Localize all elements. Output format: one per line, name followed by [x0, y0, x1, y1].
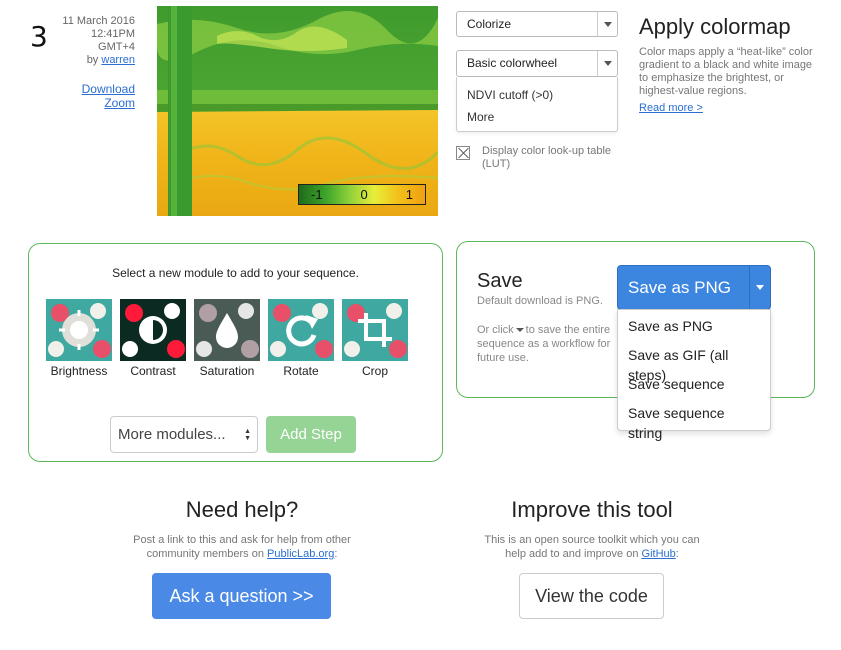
module-title: Apply colormap [639, 14, 791, 39]
chevron-down-icon [597, 51, 617, 76]
mode-select-value: Colorize [467, 17, 512, 31]
view-code-button[interactable]: View the code [519, 573, 664, 619]
module-thumbnail [120, 299, 186, 361]
save-or-click-text: Or click to save the entire sequence as a… [477, 323, 617, 365]
module-label: Crop [361, 364, 388, 378]
lut-checkbox-row[interactable]: Display color look-up table (LUT) [456, 145, 618, 171]
module-label: Brightness [50, 364, 108, 378]
lut-label-min: -1 [311, 187, 323, 202]
add-step-button[interactable]: Add Step [266, 416, 356, 453]
by-label: by [86, 54, 99, 66]
author-link[interactable]: warren [101, 54, 135, 66]
module-brightness[interactable]: Brightness [46, 299, 112, 378]
improve-title: Improve this tool [511, 497, 673, 522]
module-contrast[interactable]: Contrast [120, 299, 186, 378]
colormap-select-value: Basic colorwheel [467, 56, 558, 70]
lut-checkbox-label: Display color look-up table (LUT) [482, 145, 612, 170]
step-timezone: GMT+4 [98, 41, 135, 53]
mode-select[interactable]: Colorize [456, 11, 618, 37]
improve-text-suffix: : [675, 548, 679, 560]
save-split-button: Save as PNG [617, 265, 771, 310]
colormap-options: NDVI cutoff (>0) More [456, 77, 618, 132]
save-subtitle: Default download is PNG. [477, 295, 603, 307]
module-thumbnail [268, 299, 334, 361]
module-crop[interactable]: Crop [342, 299, 408, 378]
module-label: Rotate [283, 364, 319, 378]
module-rotate[interactable]: Rotate [268, 299, 334, 378]
step-meta: 11 March 2016 12:41PM GMT+4 by warren Do… [60, 15, 135, 110]
module-description-text: Color maps apply a “heat-like” color gra… [639, 46, 813, 97]
chevron-down-icon [756, 285, 764, 290]
help-text: Post a link to this and ask for help fro… [127, 533, 357, 561]
save-title: Save [477, 270, 523, 292]
zoom-link[interactable]: Zoom [60, 96, 135, 110]
or-click-label: Or click [477, 324, 514, 336]
step-number: 3 [30, 20, 48, 53]
publiclab-link[interactable]: PublicLab.org [267, 548, 334, 560]
module-description: Apply colormap Color maps apply a “heat-… [639, 14, 814, 116]
colormap-select[interactable]: Basic colorwheel [456, 50, 618, 77]
module-thumbnail [194, 299, 260, 361]
module-saturation[interactable]: Saturation [194, 299, 260, 378]
lut-label-max: 1 [405, 187, 413, 202]
help-title: Need help? [185, 497, 299, 522]
download-link[interactable]: Download [60, 82, 135, 96]
save-menu-gif[interactable]: Save as GIF (all steps) [618, 345, 770, 383]
more-modules-value: More modules... [118, 426, 226, 443]
save-menu-png[interactable]: Save as PNG [618, 316, 770, 345]
save-dropdown-menu: Save as PNG Save as GIF (all steps) Save… [617, 309, 771, 441]
add-module-panel: Select a new module to add to your seque… [28, 243, 443, 462]
module-thumbnail [342, 299, 408, 361]
module-thumbnail [46, 299, 112, 361]
ask-question-button[interactable]: Ask a question >> [152, 573, 331, 619]
caret-down-icon [515, 328, 524, 333]
add-module-title: Select a new module to add to your seque… [112, 266, 359, 280]
chevron-down-icon [597, 12, 617, 36]
sun-icon [70, 321, 88, 339]
colormap-option-ndvi[interactable]: NDVI cutoff (>0) [467, 84, 607, 106]
lut-label-mid: 0 [360, 187, 368, 202]
save-dropdown-toggle[interactable] [749, 266, 770, 309]
step-time: 12:41PM [90, 28, 135, 40]
improve-section: Improve this tool This is an open source… [477, 497, 707, 561]
lut-legend: -1 0 1 [298, 184, 426, 205]
updown-arrows-icon: ▲ ▼ [244, 428, 251, 442]
save-menu-sequence[interactable]: Save sequence [618, 374, 770, 403]
more-modules-select[interactable]: More modules... ▲ ▼ [110, 416, 258, 453]
step-links: Download Zoom [60, 82, 135, 110]
step-author-line: by warren [60, 54, 135, 67]
colormap-option-more[interactable]: More [467, 106, 607, 128]
help-section: Need help? Post a link to this and ask f… [127, 497, 357, 561]
step-output-image[interactable]: -1 0 1 [157, 6, 438, 216]
module-label: Contrast [130, 364, 176, 378]
save-menu-sequence-string[interactable]: Save sequence string [618, 403, 770, 441]
save-as-png-button[interactable]: Save as PNG [618, 266, 750, 309]
help-text-suffix: : [334, 548, 338, 560]
module-label: Saturation [199, 364, 255, 378]
lut-checkbox[interactable] [456, 146, 470, 160]
github-link[interactable]: GitHub [642, 548, 676, 560]
read-more-link[interactable]: Read more > [639, 102, 703, 114]
step-date: 11 March 2016 [62, 15, 135, 27]
improve-text: This is an open source toolkit which you… [477, 533, 707, 561]
